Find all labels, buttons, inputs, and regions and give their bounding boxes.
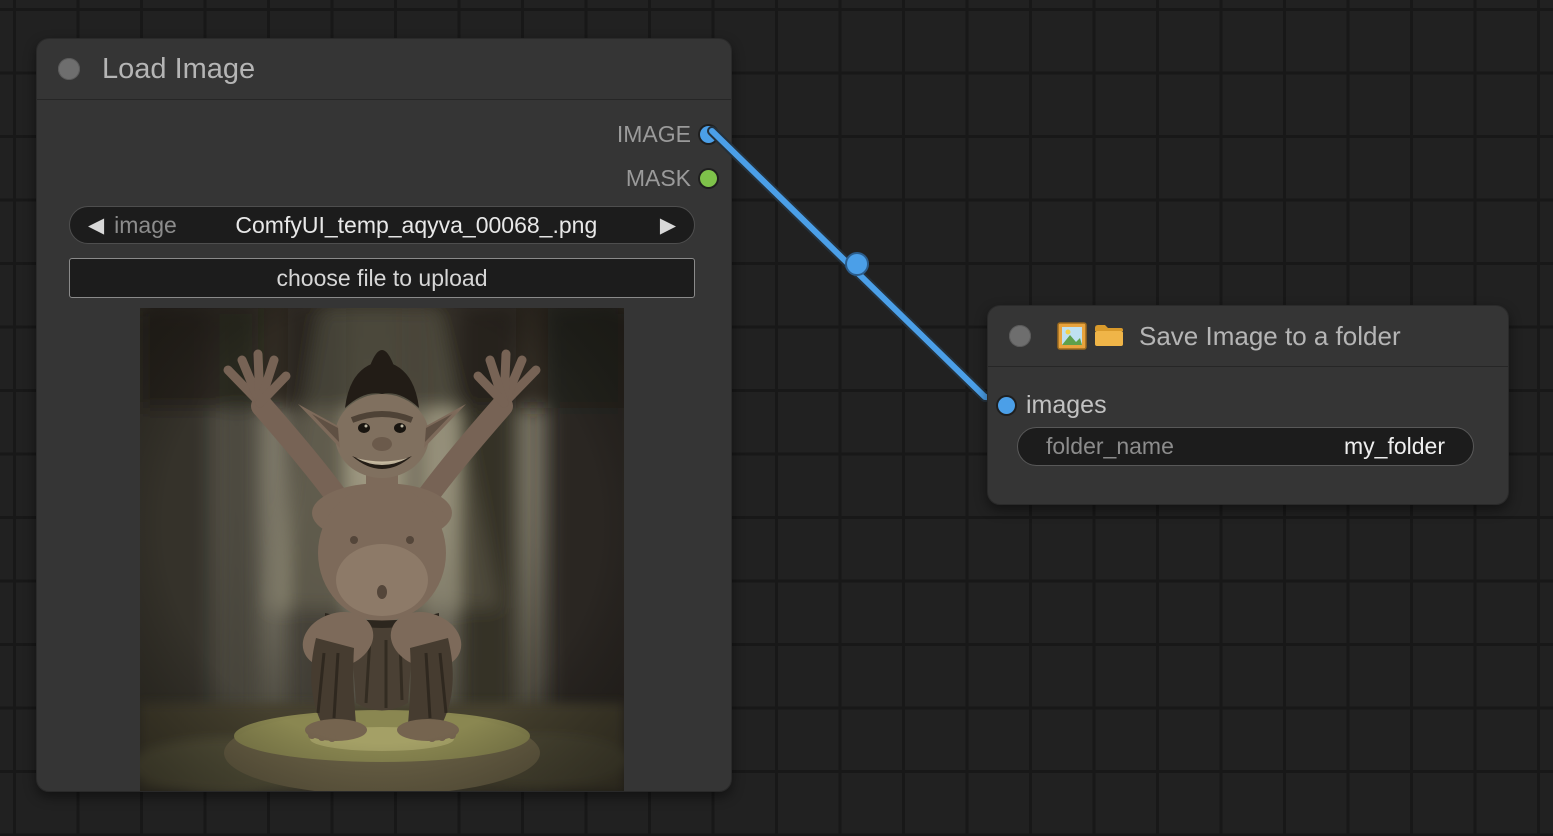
- link-wire[interactable]: [712, 131, 1004, 398]
- combo-label: image: [114, 212, 177, 239]
- picture-icon: [1057, 322, 1087, 350]
- input-row-images: images: [998, 391, 1107, 420]
- folder-name-label: folder_name: [1046, 433, 1174, 460]
- combo-prev-arrow-icon[interactable]: ◀: [84, 215, 108, 236]
- troll-forest-illustration: [140, 308, 624, 791]
- image-combo-widget[interactable]: ◀ image ComfyUI_temp_aqyva_00068_.png ▶: [69, 206, 695, 244]
- link-midpoint-dot[interactable]: [846, 253, 868, 275]
- upload-button[interactable]: choose file to upload: [69, 258, 695, 298]
- collapse-dot[interactable]: [58, 58, 80, 80]
- title-icons: [1057, 322, 1125, 350]
- collapse-dot[interactable]: [1009, 325, 1031, 347]
- save-image-title-bar: Save Image to a folder: [988, 306, 1508, 367]
- image-preview: [140, 308, 624, 791]
- combo-value: ComfyUI_temp_aqyva_00068_.png: [177, 212, 656, 239]
- output-row-image: IMAGE: [617, 121, 717, 148]
- link-wire-outline: [712, 131, 1004, 398]
- node-title: Save Image to a folder: [1139, 321, 1401, 352]
- mask-output-slot[interactable]: [700, 170, 717, 187]
- output-row-mask: MASK: [626, 165, 717, 192]
- node-canvas[interactable]: Load Image IMAGE MASK ◀ image ComfyUI_te…: [0, 0, 1553, 836]
- folder-name-widget[interactable]: folder_name my_folder: [1017, 427, 1474, 466]
- output-label-mask: MASK: [626, 165, 691, 192]
- image-output-slot[interactable]: [700, 126, 717, 143]
- load-image-node[interactable]: Load Image IMAGE MASK ◀ image ComfyUI_te…: [36, 38, 732, 792]
- node-title: Load Image: [102, 53, 255, 86]
- combo-next-arrow-icon[interactable]: ▶: [656, 215, 680, 236]
- images-input-slot[interactable]: [998, 397, 1015, 414]
- save-image-node[interactable]: Save Image to a folder images folder_nam…: [987, 305, 1509, 505]
- folder-name-value: my_folder: [1344, 433, 1445, 460]
- input-label-images: images: [1026, 391, 1107, 420]
- folder-icon: [1093, 323, 1125, 349]
- load-image-title-bar: Load Image: [37, 39, 731, 100]
- output-label-image: IMAGE: [617, 121, 691, 148]
